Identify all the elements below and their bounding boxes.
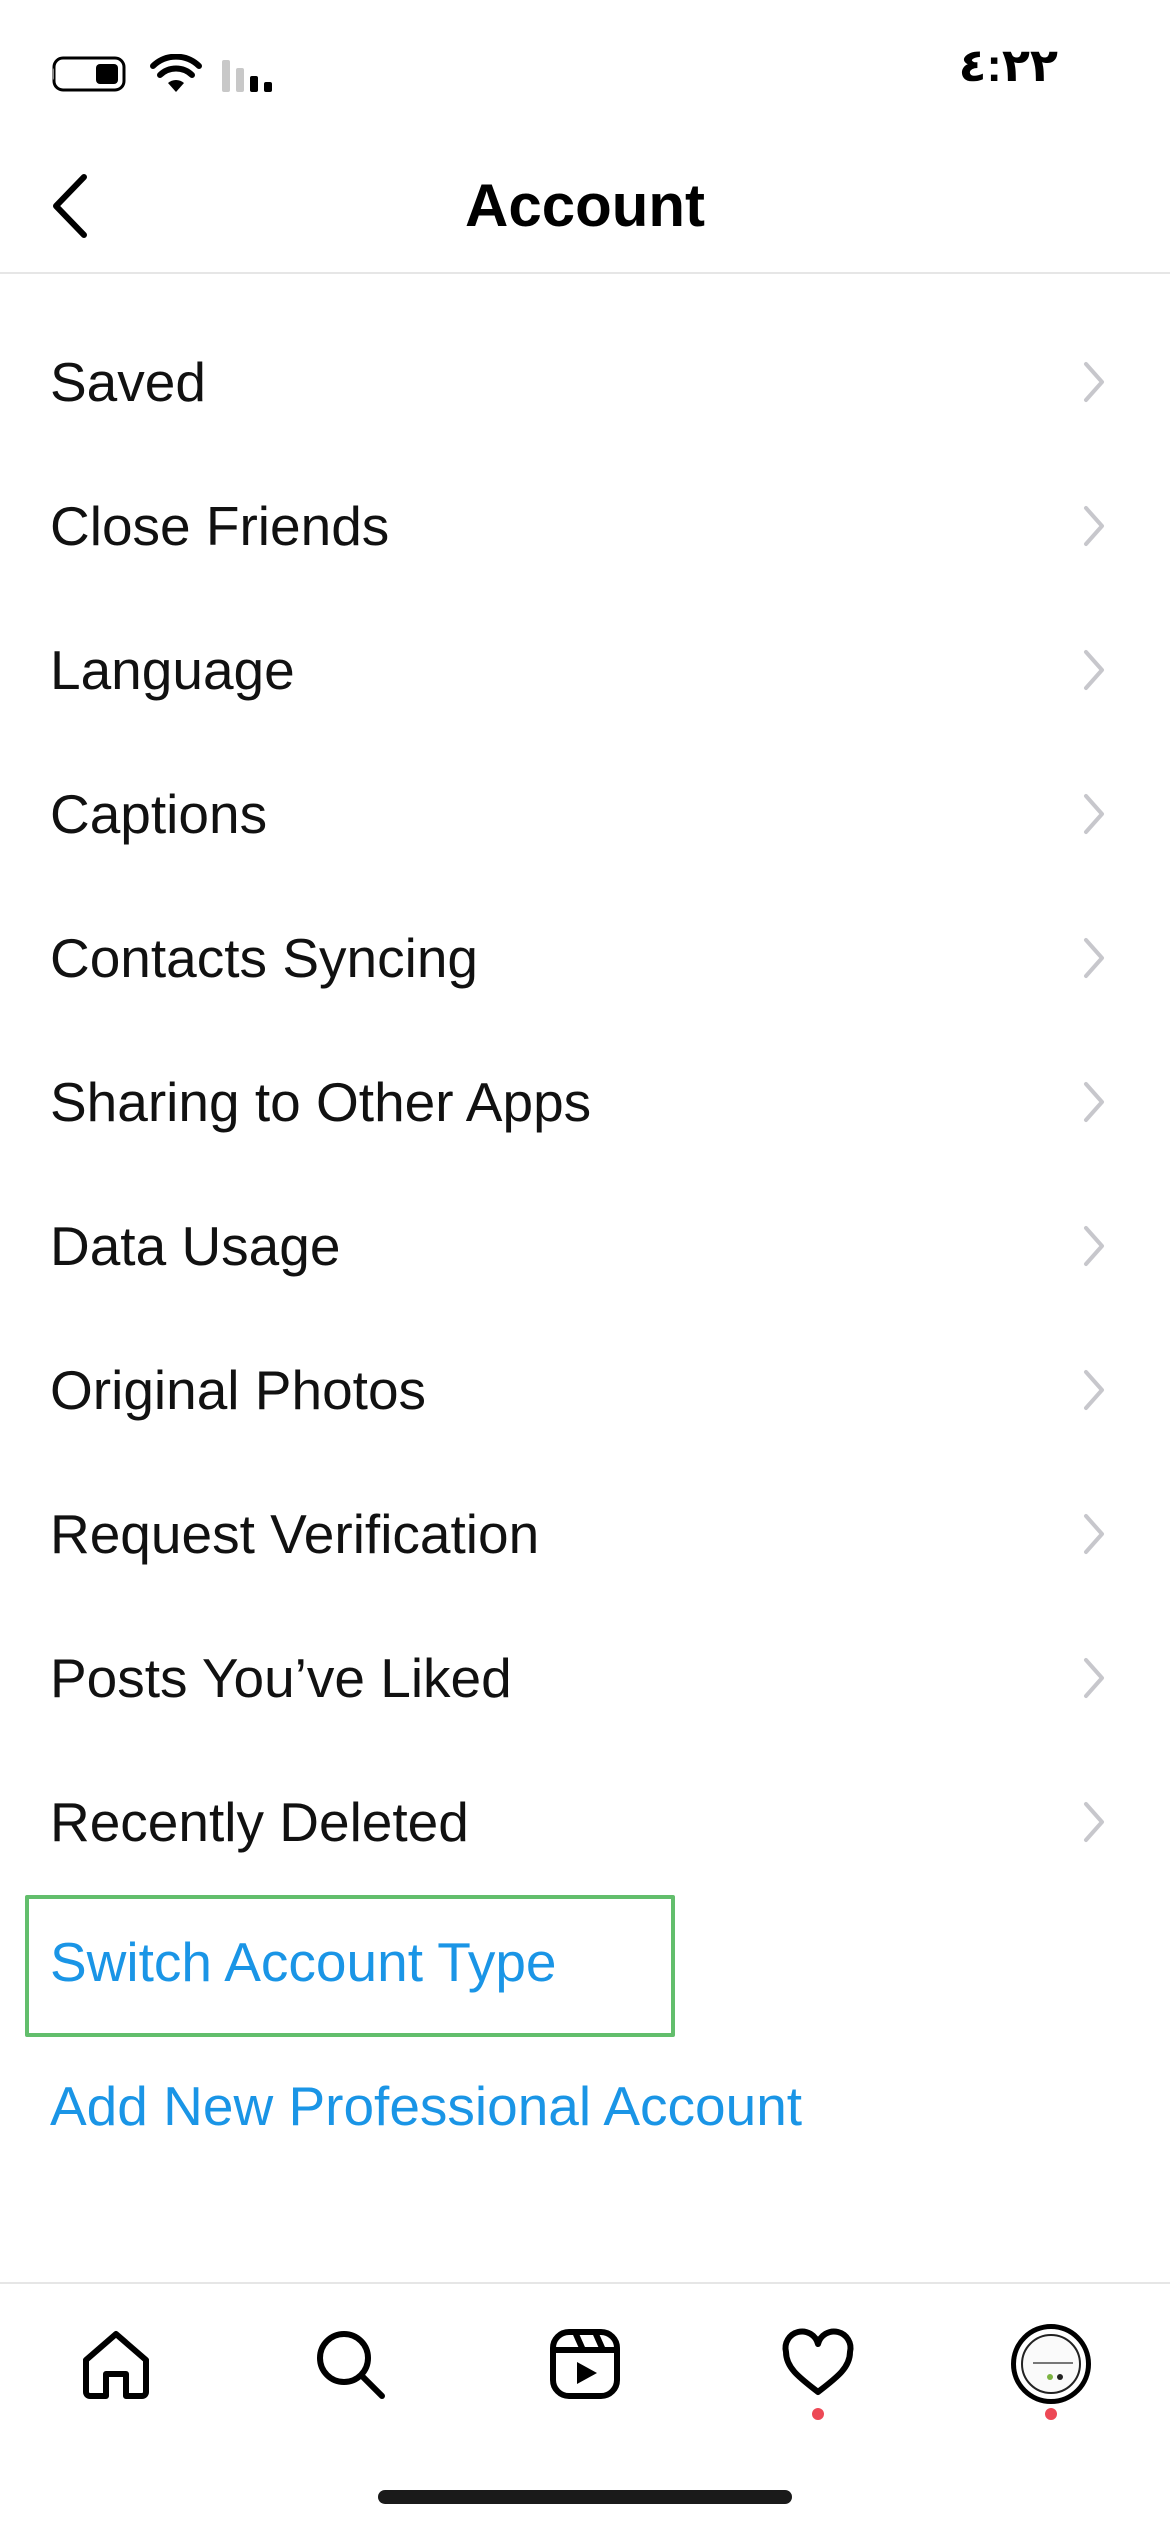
chevron-right-icon <box>1074 1218 1114 1274</box>
battery-icon <box>52 56 126 92</box>
menu-item-label: Close Friends <box>50 495 390 557</box>
home-indicator <box>378 2490 792 2504</box>
home-icon <box>83 2331 149 2399</box>
signal-icon <box>222 60 272 92</box>
add-new-professional-account-link[interactable]: Add New Professional Account <box>50 2073 802 2139</box>
menu-item-label: Original Photos <box>50 1359 427 1421</box>
chevron-right-icon <box>1074 1506 1114 1562</box>
menu-item-label: Captions <box>50 783 268 845</box>
search-icon <box>317 2331 385 2399</box>
menu-item-original-photos[interactable]: Original Photos <box>0 1318 1170 1462</box>
chevron-right-icon <box>1074 1074 1114 1130</box>
avatar-image <box>1021 2334 1081 2394</box>
status-icons <box>52 50 276 98</box>
chevron-right-icon <box>1074 1794 1114 1850</box>
menu-item-label: Recently Deleted <box>50 1791 469 1853</box>
menu-item-label: Sharing to Other Apps <box>50 1071 592 1133</box>
chevron-right-icon <box>1074 1362 1114 1418</box>
tab-home[interactable] <box>66 2314 166 2414</box>
profile-avatar <box>1011 2324 1091 2404</box>
status-time: ٤:٢٢ <box>958 39 1058 91</box>
menu-item-sharing-to-other-apps[interactable]: Sharing to Other Apps <box>0 1030 1170 1174</box>
tab-profile[interactable] <box>1001 2314 1101 2414</box>
menu-item-captions[interactable]: Captions <box>0 742 1170 886</box>
reels-icon <box>550 2329 620 2399</box>
tab-activity[interactable] <box>768 2314 868 2414</box>
menu-item-label: Saved <box>50 351 206 413</box>
heart-icon <box>782 2328 854 2395</box>
menu-item-data-usage[interactable]: Data Usage <box>0 1174 1170 1318</box>
menu-item-label: Data Usage <box>50 1215 341 1277</box>
menu-item-request-verification[interactable]: Request Verification <box>0 1462 1170 1606</box>
wifi-icon <box>150 54 202 92</box>
menu-item-recently-deleted[interactable]: Recently Deleted <box>0 1750 1170 1894</box>
page-title: Account <box>465 172 705 239</box>
tab-reels[interactable] <box>535 2314 635 2414</box>
tab-search[interactable] <box>300 2314 400 2414</box>
menu-item-close-friends[interactable]: Close Friends <box>0 454 1170 598</box>
chevron-right-icon <box>1074 930 1114 986</box>
menu-item-saved[interactable]: Saved <box>0 310 1170 454</box>
chevron-right-icon <box>1074 642 1114 698</box>
chevron-right-icon <box>1074 498 1114 554</box>
chevron-right-icon <box>1074 1650 1114 1706</box>
menu-item-posts-youve-liked[interactable]: Posts You’ve Liked <box>0 1606 1170 1750</box>
switch-account-type-link[interactable]: Switch Account Type <box>50 1929 557 1995</box>
chevron-right-icon <box>1074 786 1114 842</box>
menu-item-label: Contacts Syncing <box>50 927 478 989</box>
chevron-right-icon <box>1074 354 1114 410</box>
menu-item-label: Request Verification <box>50 1503 540 1565</box>
menu-item-language[interactable]: Language <box>0 598 1170 742</box>
activity-notification-dot <box>812 2408 824 2420</box>
nav-bar: Account <box>0 140 1170 274</box>
status-bar: ٤:٢٢ <box>0 0 1170 140</box>
menu-item-contacts-syncing[interactable]: Contacts Syncing <box>0 886 1170 1030</box>
profile-notification-dot <box>1045 2408 1057 2420</box>
settings-menu-list: Saved Close Friends Language Captions Co… <box>0 310 1170 1894</box>
menu-item-label: Posts You’ve Liked <box>50 1647 512 1709</box>
menu-item-label: Language <box>50 639 295 701</box>
